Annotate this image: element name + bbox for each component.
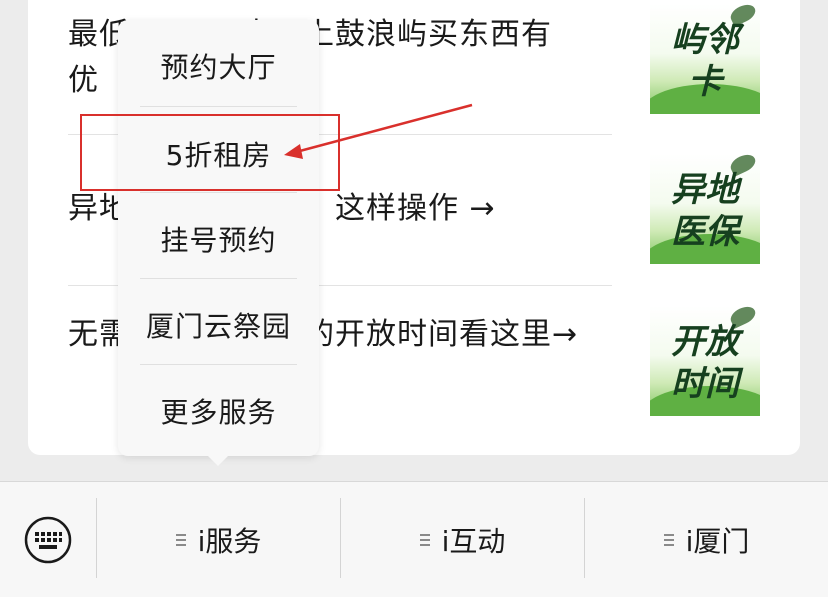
- menu-divider: [140, 192, 297, 193]
- popup-caret: [207, 455, 229, 466]
- article-thumbnail-3[interactable]: 开放 时间: [650, 306, 760, 416]
- tab-i-service[interactable]: i服务: [97, 482, 340, 597]
- menu-divider: [140, 106, 297, 107]
- highlight-box: [80, 114, 340, 191]
- menu-lines-icon: [419, 531, 430, 549]
- menu-item-more-services[interactable]: 更多服务: [118, 368, 319, 454]
- tab-label: i服务: [197, 524, 262, 558]
- thumbnail-text-line-2: 卡: [688, 62, 722, 102]
- menu-item-registration[interactable]: 挂号预约: [118, 196, 319, 282]
- thumbnail-text-line-2: 医保: [671, 212, 739, 252]
- menu-divider: [140, 364, 297, 365]
- tab-label: i厦门: [685, 524, 750, 558]
- bottom-menu-bar: i服务 i互动 i厦门: [0, 481, 828, 597]
- keyboard-toggle-button[interactable]: [0, 482, 96, 597]
- service-popup-menu: 预约大厅 5折租房 挂号预约 厦门云祭园 更多服务: [118, 20, 319, 456]
- thumbnail-text-line-1: 屿邻: [671, 20, 739, 60]
- tab-i-xiamen[interactable]: i厦门: [585, 482, 828, 597]
- thumbnail-text-line-2: 时间: [671, 364, 739, 404]
- tab-i-interact[interactable]: i互动: [341, 482, 584, 597]
- menu-lines-icon: [663, 531, 674, 549]
- article-thumbnail-2[interactable]: 异地 医保: [650, 154, 760, 264]
- menu-divider: [140, 278, 297, 279]
- menu-item-cloud-memorial[interactable]: 厦门云祭园: [118, 282, 319, 368]
- keyboard-icon: [24, 516, 72, 563]
- thumbnail-text-line-1: 异地: [671, 170, 739, 210]
- article-thumbnail-1[interactable]: 屿邻 卡: [650, 4, 760, 114]
- menu-lines-icon: [175, 531, 186, 549]
- menu-item-booking-hall[interactable]: 预约大厅: [118, 23, 319, 109]
- tab-label: i互动: [441, 524, 506, 558]
- thumbnail-text-line-1: 开放: [671, 322, 739, 362]
